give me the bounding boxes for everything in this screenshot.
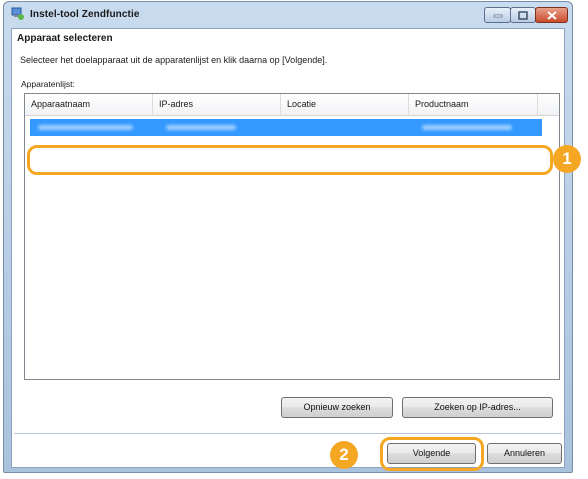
cancel-button[interactable]: Annuleren (487, 443, 562, 464)
device-list-header: Apparaatnaam IP-adres Locatie Productnaa… (25, 94, 559, 116)
window-title: Instel-tool Zendfunctie (30, 9, 140, 20)
page-title: Apparaat selecteren (17, 33, 113, 44)
footer-divider (14, 433, 562, 434)
device-list-label: Apparatenlijst: (21, 79, 75, 89)
maximize-icon (518, 10, 528, 20)
column-header-product-name[interactable]: Productnaam (409, 94, 538, 115)
blurred-ip-address (166, 125, 236, 130)
maximize-button[interactable] (510, 7, 536, 23)
callout-badge-2: 2 (330, 441, 358, 469)
search-again-button[interactable]: Opnieuw zoeken (281, 397, 393, 418)
title-bar[interactable]: Instel-tool Zendfunctie (4, 2, 572, 28)
device-list[interactable]: Apparaatnaam IP-adres Locatie Productnaa… (24, 93, 560, 380)
callout-ring-device-row (27, 145, 553, 175)
minimize-icon (493, 14, 502, 18)
minimize-button[interactable] (484, 7, 511, 23)
next-button[interactable]: Volgende (387, 443, 476, 464)
blurred-device-name (38, 125, 133, 130)
blurred-product-name (422, 125, 512, 130)
close-icon (546, 10, 557, 20)
close-button[interactable] (535, 7, 568, 23)
search-ip-address-button[interactable]: Zoeken op IP-adres... (402, 397, 553, 418)
column-header-device-name[interactable]: Apparaatnaam (25, 94, 153, 115)
column-header-ip-address[interactable]: IP-adres (153, 94, 281, 115)
column-header-location[interactable]: Locatie (281, 94, 409, 115)
callout-badge-1: 1 (553, 145, 581, 173)
selected-device-row[interactable] (30, 119, 542, 136)
app-icon (11, 7, 24, 20)
instruction-text: Selecteer het doelapparaat uit de appara… (20, 55, 328, 65)
